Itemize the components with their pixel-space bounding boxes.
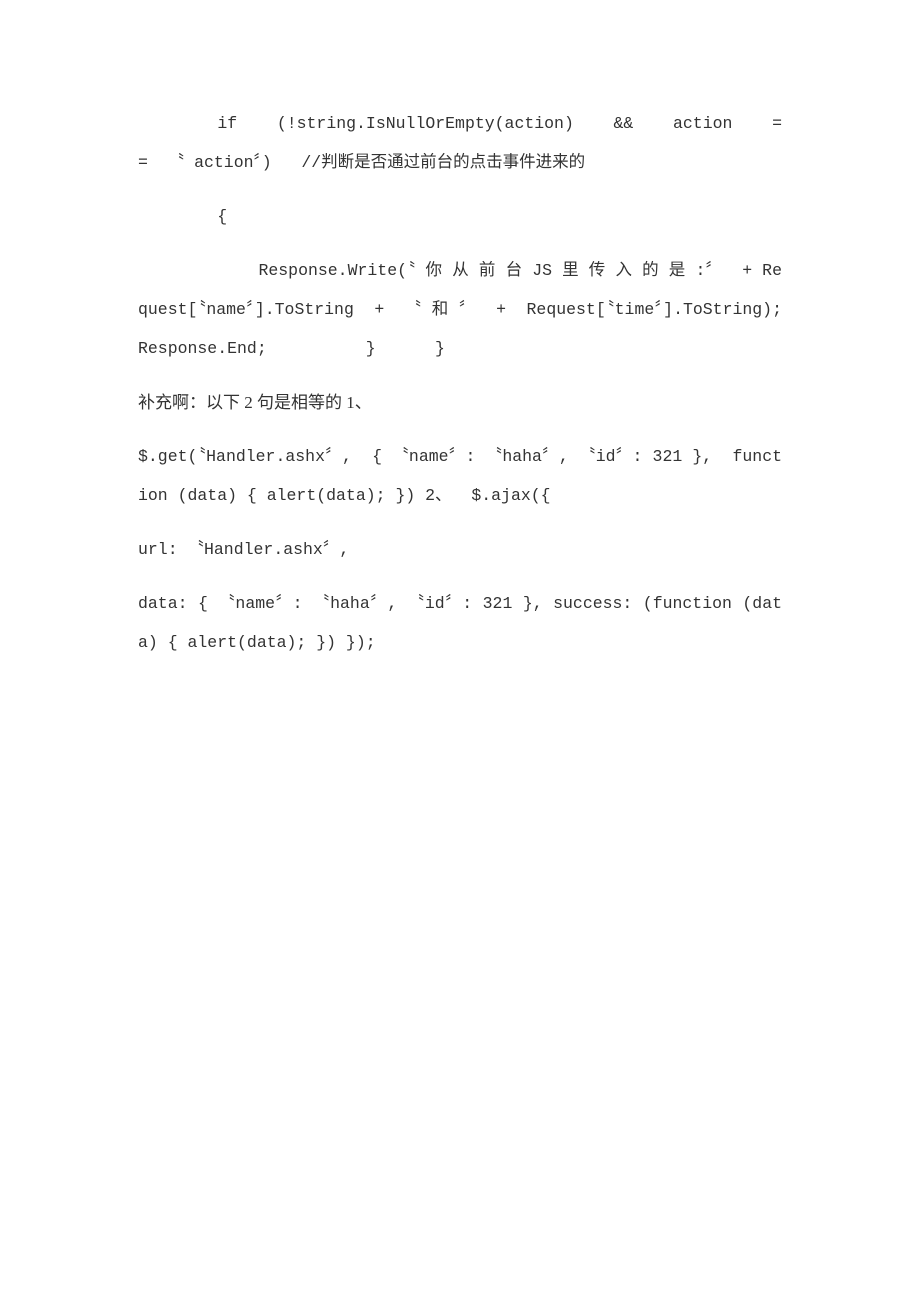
document-page: if (!string.IsNullOrEmpty(action) && act… (0, 0, 920, 1302)
document-text-body: if (!string.IsNullOrEmpty(action) && act… (138, 104, 782, 662)
code-block-open-brace: { (138, 207, 228, 226)
code-block-if-condition: if (!string.IsNullOrEmpty(action) && act… (138, 114, 782, 172)
code-block-ajax-data: data: { 〝name〞: 〝haha〞, 〝id〞: 321 }, suc… (138, 594, 782, 652)
code-block-response-write: Response.Write(〝 你 从 前 台 JS 里 传 入 的 是 :〞… (138, 261, 792, 358)
code-block-ajax-url: url: 〝Handler.ashx〞, (138, 540, 350, 559)
code-block-jquery-get: $.get(〝Handler.ashx〞, { 〝name〞: 〝haha〞, … (138, 447, 782, 505)
note-supplement-line: 补充啊：以下 2 句是相等的 1、 (138, 393, 372, 412)
